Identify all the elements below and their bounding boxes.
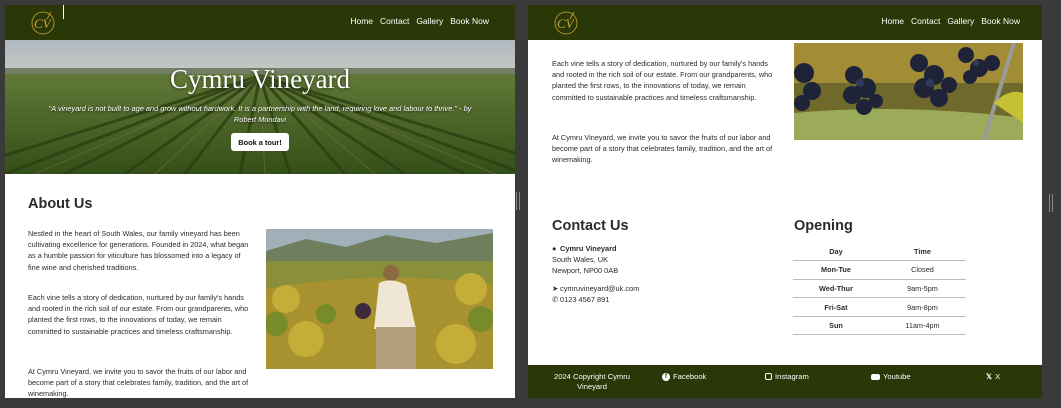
- harvest-worker-image: [266, 229, 493, 369]
- svg-text:CV: CV: [34, 16, 53, 31]
- hero-title: Cymru Vineyard: [169, 64, 351, 94]
- contact-phone[interactable]: 0123 4567 891: [560, 295, 609, 304]
- nav-book-now-link[interactable]: Book Now: [450, 16, 489, 26]
- opening-hours-table: Day Time Mon-Tue Closed Wed-Thur 9am-5pm…: [793, 242, 966, 336]
- contact-address-line-2: Newport, NP00 0AB: [552, 266, 619, 275]
- nav-gallery-link[interactable]: Gallery: [947, 16, 974, 26]
- youtube-label: Youtube: [883, 372, 911, 381]
- about-paragraph-3: At Cymru Vineyard, we invite you to savo…: [28, 367, 249, 398]
- facebook-link[interactable]: f Facebook: [662, 372, 706, 381]
- phone-icon: ✆: [552, 295, 559, 304]
- footer: 2024 Copyright Cymru Vineyard f Facebook…: [528, 365, 1042, 398]
- nav-links: Home Contact Gallery Book Now: [881, 16, 1020, 26]
- about-paragraph-2: Each vine tells a story of dedication, n…: [552, 59, 773, 102]
- navbar: CV Home Contact Gallery Book Now: [528, 5, 1042, 40]
- footer-copyright: 2024 Copyright Cymru Vineyard: [554, 372, 630, 391]
- about-title: About Us: [28, 196, 93, 212]
- x-link[interactable]: 𝕏 X: [986, 372, 1000, 381]
- day-cell: Mon-Tue: [793, 260, 879, 280]
- facebook-label: Facebook: [673, 372, 707, 381]
- day-column-header: Day: [793, 242, 879, 262]
- nav-contact-link[interactable]: Contact: [380, 16, 409, 26]
- table-row: Fri-Sat 9am-8pm: [793, 297, 966, 317]
- facebook-icon: f: [662, 372, 670, 381]
- about-paragraph-3: At Cymru Vineyard, we invite you to savo…: [552, 133, 773, 165]
- instagram-link[interactable]: Instagram: [765, 372, 809, 381]
- nav-gallery-link[interactable]: Gallery: [416, 16, 443, 26]
- page-view-left[interactable]: CV Home Contact Gallery Book Now Cymru V…: [5, 5, 515, 398]
- time-cell: 9am-5pm: [878, 279, 966, 299]
- location-pin-icon: ●: [552, 244, 557, 253]
- hero-section: Cymru Vineyard "A vineyard is not built …: [5, 40, 515, 174]
- time-cell: 11am-4pm: [878, 316, 966, 336]
- vineyard-logo-icon[interactable]: CV: [552, 10, 582, 36]
- instagram-icon: [765, 373, 772, 380]
- youtube-link[interactable]: Youtube: [871, 372, 911, 381]
- contact-email-link[interactable]: cymruvineyard@uk.com: [560, 284, 639, 293]
- table-row: Sun 11am-4pm: [793, 316, 966, 336]
- about-paragraph-1: Nestled in the heart of South Wales, our…: [28, 229, 249, 272]
- contact-name: Cymru Vineyard: [560, 244, 617, 253]
- opening-title: Opening: [794, 218, 853, 234]
- contact-title: Contact Us: [552, 218, 629, 234]
- nav-links: Home Contact Gallery Book Now: [350, 16, 489, 26]
- book-tour-button[interactable]: Book a tour!: [231, 133, 289, 151]
- instagram-label: Instagram: [775, 372, 809, 381]
- pane-splitter-handle[interactable]: [516, 192, 520, 210]
- day-cell: Wed-Thur: [793, 279, 879, 299]
- time-cell: Closed: [878, 260, 966, 280]
- day-cell: Fri-Sat: [793, 297, 879, 317]
- svg-text:CV: CV: [557, 16, 576, 31]
- contact-address-line-1: South Wales, UK: [552, 255, 608, 264]
- nav-home-link[interactable]: Home: [350, 16, 373, 26]
- table-header-row: Day Time: [793, 242, 966, 262]
- table-row: Mon-Tue Closed: [793, 260, 966, 280]
- table-row: Wed-Thur 9am-5pm: [793, 279, 966, 299]
- x-icon: 𝕏: [986, 372, 993, 381]
- time-cell: 9am-8pm: [878, 297, 966, 317]
- grapes-image: [794, 43, 1023, 140]
- text-cursor: [63, 5, 64, 19]
- about-paragraph-2: Each vine tells a story of dedication, n…: [28, 293, 249, 336]
- vineyard-logo-icon[interactable]: CV: [29, 10, 59, 36]
- pane-splitter-handle-right[interactable]: [1049, 194, 1053, 212]
- youtube-icon: [871, 373, 880, 380]
- hero-quote: "A vineyard is not built to age and grow…: [48, 104, 472, 124]
- page-view-right[interactable]: CV Home Contact Gallery Book Now Each vi…: [528, 5, 1042, 398]
- nav-contact-link[interactable]: Contact: [911, 16, 940, 26]
- nav-home-link[interactable]: Home: [881, 16, 904, 26]
- screen: CV Home Contact Gallery Book Now Cymru V…: [0, 0, 1061, 408]
- navbar: CV Home Contact Gallery Book Now: [5, 5, 515, 40]
- day-cell: Sun: [793, 316, 879, 336]
- time-column-header: Time: [878, 242, 966, 262]
- x-label: X: [995, 372, 1001, 381]
- contact-details: ● Cymru Vineyard South Wales, UK Newport,…: [552, 243, 639, 305]
- paper-plane-icon: ➤: [552, 284, 559, 293]
- nav-book-now-link[interactable]: Book Now: [981, 16, 1020, 26]
